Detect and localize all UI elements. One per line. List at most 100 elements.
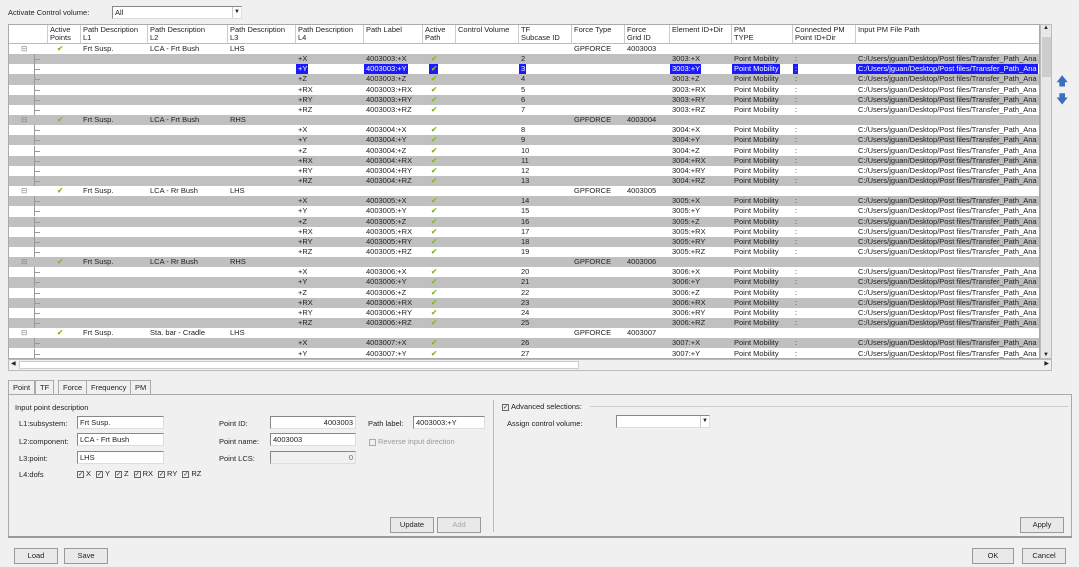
scroll-down-icon[interactable]: ▼ [1041,352,1051,358]
force-type-cell: GPFORCE [574,115,612,125]
cancel-button[interactable]: Cancel [1022,548,1066,564]
divider [590,406,1068,407]
path-row[interactable]: +RZ 4003005:+RZ ✔ 19 3005:+RZ Point Mobility:… [9,247,1039,257]
path-row[interactable]: +Y 4003007:+Y ✔ 27 3007:+Y Point Mobility: C:/… [9,348,1039,358]
column-header[interactable]: Input PM File Path [856,25,1039,44]
path-row[interactable]: +RZ 4003006:+RZ ✔ 25 3006:+RZ Point Mobility:… [9,318,1039,329]
column-header[interactable]: Element ID+Dir [670,25,732,44]
column-header[interactable]: Path Description L2 [148,25,228,44]
column-header[interactable]: Active Path [423,25,456,44]
tf-subcase-cell: 27 [521,348,529,358]
dof-checkbox-rx[interactable]: ✓ RX [133,469,153,478]
advanced-selections-toggle[interactable]: ✓ Advanced selections: [502,402,582,411]
tab-tf[interactable]: TF [35,380,55,394]
tab-pm[interactable]: PM [130,380,152,394]
l4-cell: +Y [298,348,308,358]
group-row[interactable]: ⊟ ✔ Frt Susp. LCA - Rr Bush LHS GPFORCE 400300… [9,186,1039,196]
path-row[interactable]: +RZ 4003004:+RZ ✔ 13 3004:+RZ Point Mobility:… [9,175,1039,187]
path-row[interactable]: +Y 4003003:+Y ✔ 3 3003:+Y Point Mobility: C:/U… [9,64,1039,75]
point-id-input[interactable]: 4003003 [270,416,356,429]
dof-checkbox-x[interactable]: ✓ X [77,469,91,478]
scroll-right-icon[interactable]: ▶ [1044,360,1049,367]
scroll-up-icon[interactable]: ▲ [1041,25,1051,31]
apply-button[interactable]: Apply [1020,517,1064,533]
path-row[interactable]: +Y 4003004:+Y ✔ 9 3004:+Y Point Mobility: C:/U… [9,135,1039,146]
path-row[interactable]: +X 4003004:+X ✔ 8 3004:+X Point Mobility: C:/U… [9,125,1039,136]
collapse-icon[interactable]: ⊟ [21,115,27,125]
element-id-cell: 3004:+X [672,125,701,135]
column-header[interactable]: Force Grid ID [625,25,670,44]
l3-point-input[interactable]: LHS [77,451,164,464]
assign-cv-select[interactable]: ▼ [616,415,710,428]
path-row[interactable]: +RX 4003003:+RX ✔ 5 3003:+RX Point Mobility: C… [9,84,1039,95]
column-header[interactable]: Active Points [48,25,81,44]
dof-checkbox-rz[interactable]: ✓ RZ [182,469,201,478]
point-id-label: Point ID: [219,419,248,428]
scroll-left-icon[interactable]: ◀ [11,360,16,367]
column-header[interactable]: Path Label [364,25,423,44]
path-row[interactable]: +RX 4003005:+RX ✔ 17 3005:+RX Point Mobility:… [9,226,1039,237]
l2-component-input[interactable]: LCA - Frt Bush [77,433,164,446]
dof-checkbox-ry[interactable]: ✓ RY [158,469,177,478]
path-row[interactable]: +RY 4003005:+RY ✔ 18 3005:+RY Point Mobility:… [9,236,1039,247]
column-header[interactable]: Path Description L4 [296,25,364,44]
column-header[interactable] [9,25,48,44]
group-row[interactable]: ⊟ ✔ Frt Susp. Sta. bar - Cradle LHS GPFORCE 40… [9,328,1039,338]
save-button[interactable]: Save [64,548,108,564]
reverse-direction-checkbox[interactable]: Reverse input direction [369,437,455,446]
move-down-arrow-icon[interactable]: 🡇 [1056,90,1068,111]
l1-subsystem-input[interactable]: Frt Susp. [77,416,164,429]
point-name-input[interactable]: 4003003 [270,433,356,446]
group-row[interactable]: ⊟ ✔ Frt Susp. LCA - Frt Bush RHS GPFORCE 40030… [9,115,1039,126]
tab-force[interactable]: Force [58,380,88,394]
column-header[interactable]: TF Subcase ID [519,25,572,44]
scroll-thumb-h[interactable] [19,361,579,369]
add-button[interactable]: Add [437,517,481,533]
path-row[interactable]: +Z 4003004:+Z ✔ 10 3004:+Z Point Mobility: C:/… [9,145,1039,156]
path-row[interactable]: +RY 4003003:+RY ✔ 6 3003:+RY Point Mobility: C… [9,94,1039,105]
vertical-scrollbar[interactable]: ▲ ▼ [1040,24,1052,359]
ok-button[interactable]: OK [972,548,1014,564]
l4-cell: +X [298,196,308,206]
dof-checkbox-z[interactable]: ✓ Z [115,469,129,478]
column-header[interactable]: Force Type [572,25,625,44]
connected-pm-cell: : [795,226,798,236]
dof-checkbox-y[interactable]: ✓ Y [96,469,110,478]
update-button[interactable]: Update [390,517,434,533]
connected-pm-cell: : [795,84,798,94]
element-id-cell: 3006:+RX [672,297,706,307]
path-row[interactable]: +RY 4003004:+RY ✔ 12 3004:+RY Point Mobility:… [9,165,1039,176]
column-header[interactable]: Path Description L1 [81,25,148,44]
tab-point[interactable]: Point [8,380,36,395]
path-row[interactable]: +Z 4003005:+Z ✔ 16 3005:+Z Point Mobility: C:/… [9,216,1039,227]
tab-frequency[interactable]: Frequency [86,380,132,394]
path-row[interactable]: +Y 4003006:+Y ✔ 21 3006:+Y Point Mobility: C:/… [9,277,1039,288]
group-row[interactable]: ⊟ ✔ Frt Susp. LCA - Rr Bush RHS GPFORCE 400300… [9,257,1039,268]
path-row[interactable]: +Z 4003006:+Z ✔ 22 3006:+Z Point Mobility: C:/… [9,287,1039,298]
path-row[interactable]: +X 4003003:+X ✔ 2 3003:+X Point Mobility: C:/U… [9,54,1039,65]
column-header[interactable]: Path Description L3 [228,25,296,44]
path-row[interactable]: +RX 4003006:+RX ✔ 23 3006:+RX Point Mobility:… [9,297,1039,308]
load-button[interactable]: Load [14,548,58,564]
control-volume-select[interactable]: All ▼ [112,6,242,19]
path-row[interactable]: +RY 4003006:+RY ✔ 24 3006:+RY Point Mobility:… [9,307,1039,318]
path-row[interactable]: +RZ 4003003:+RZ ✔ 7 3003:+RZ Point Mobility: C… [9,104,1039,115]
collapse-icon[interactable]: ⊟ [21,44,27,54]
collapse-icon[interactable]: ⊟ [21,257,27,267]
collapse-icon[interactable]: ⊟ [21,186,27,196]
horizontal-scrollbar[interactable]: ◀ ▶ [8,359,1052,371]
path-row[interactable]: +RX 4003004:+RX ✔ 11 3004:+RX Point Mobility:… [9,155,1039,166]
path-row[interactable]: +X 4003006:+X ✔ 20 3006:+X Point Mobility: C:/… [9,267,1039,278]
column-header[interactable]: Control Volume [456,25,519,44]
path-row[interactable]: +Z 4003003:+Z ✔ 4 3003:+Z Point Mobility: C:/U… [9,74,1039,85]
collapse-icon[interactable]: ⊟ [21,328,27,338]
path-label-input[interactable]: 4003003:+Y [413,416,485,429]
column-header[interactable]: PM TYPE [732,25,793,44]
path-row[interactable]: +X 4003005:+X ✔ 14 3005:+X Point Mobility: C:/… [9,196,1039,207]
path-row[interactable]: +Y 4003005:+Y ✔ 15 3005:+Y Point Mobility: C:/… [9,206,1039,217]
group-row[interactable]: ⊟ ✔ Frt Susp. LCA - Frt Bush LHS GPFORCE 40030… [9,44,1039,54]
path-row[interactable]: +X 4003007:+X ✔ 26 3007:+X Point Mobility: C:/… [9,338,1039,349]
column-header[interactable]: Connected PM Point ID+Dir [793,25,856,44]
scroll-thumb[interactable] [1042,37,1051,77]
tree-branch [34,79,40,81]
